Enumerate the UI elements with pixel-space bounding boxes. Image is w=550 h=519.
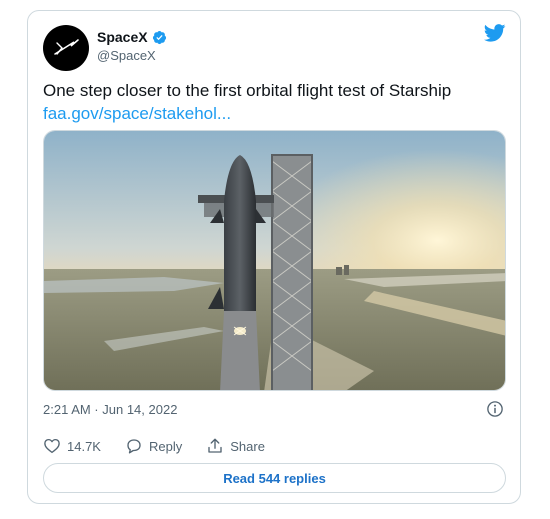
info-icon[interactable] bbox=[486, 400, 504, 423]
reply-bubble-icon bbox=[125, 437, 143, 455]
author-handle[interactable]: @SpaceX bbox=[97, 48, 156, 63]
like-button[interactable]: 14.7K bbox=[43, 437, 101, 455]
author-display-name[interactable]: SpaceX bbox=[97, 29, 148, 45]
heart-icon bbox=[43, 437, 61, 455]
reply-button[interactable]: Reply bbox=[125, 437, 182, 455]
like-count: 14.7K bbox=[67, 438, 101, 454]
tweet-media-image[interactable] bbox=[43, 130, 506, 391]
share-button[interactable]: Share bbox=[206, 437, 265, 455]
tweet-timestamp[interactable]: 2:21 AM · Jun 14, 2022 bbox=[43, 402, 177, 417]
twitter-bird-icon[interactable] bbox=[483, 24, 506, 47]
tweet-text: One step closer to the first orbital fli… bbox=[43, 81, 452, 100]
reply-label: Reply bbox=[148, 438, 183, 454]
verified-badge-icon bbox=[152, 30, 167, 45]
tweet-link[interactable]: faa.gov/space/stakehol... bbox=[43, 102, 231, 125]
author-name-row[interactable]: SpaceX bbox=[97, 29, 167, 45]
read-replies-button[interactable]: Read 544 replies bbox=[43, 463, 506, 493]
tweet-embed-card[interactable]: SpaceX @SpaceX One step closer to the fi… bbox=[27, 10, 521, 504]
share-label: Share bbox=[230, 438, 265, 454]
tweet-actions: 14.7K Reply Share bbox=[43, 437, 289, 455]
share-upload-icon bbox=[206, 437, 224, 455]
spacex-logo-icon[interactable] bbox=[43, 25, 89, 71]
